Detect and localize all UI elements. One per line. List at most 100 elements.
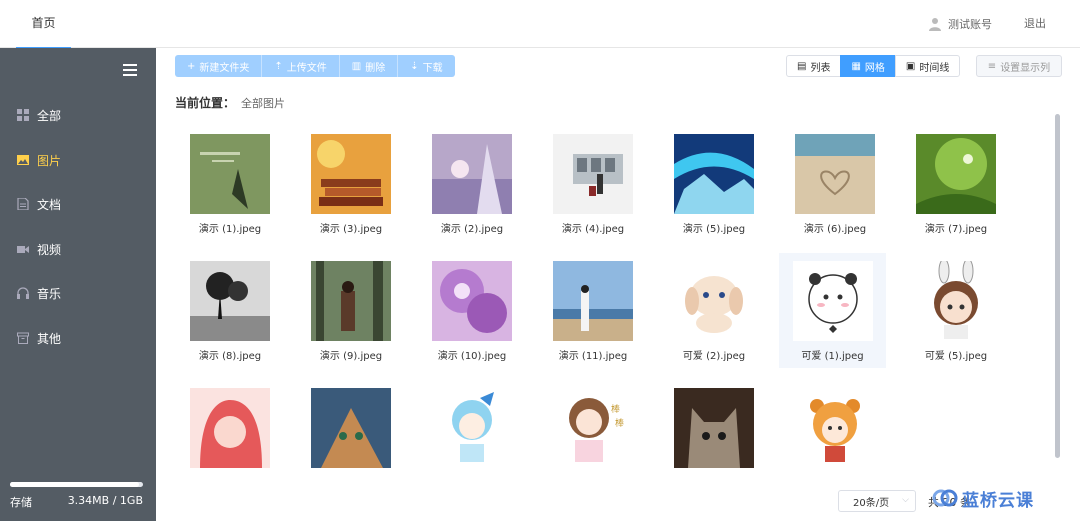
- headphones-icon: [17, 287, 29, 299]
- sidebar-item-label: 音乐: [37, 286, 62, 301]
- tab-home-label: 首页: [31, 16, 56, 30]
- view-grid-button[interactable]: ▦ 网格: [840, 55, 896, 77]
- file-item[interactable]: [781, 380, 876, 476]
- watermark-text: 蓝桥云课: [962, 490, 1034, 511]
- file-item[interactable]: [660, 380, 755, 476]
- file-item[interactable]: 演示 (7).jpeg: [902, 126, 997, 238]
- file-name: 演示 (5).jpeg: [682, 224, 746, 235]
- scrollbar-thumb[interactable]: [1055, 114, 1060, 458]
- image-thumbnail: [795, 134, 875, 214]
- file-name: 演示 (3).jpeg: [319, 224, 383, 235]
- sidebar-item-label: 图片: [37, 153, 62, 168]
- image-thumbnail: [311, 261, 391, 341]
- new-folder-label: 新建文件夹: [199, 62, 250, 74]
- file-item[interactable]: 演示 (6).jpeg: [781, 126, 876, 238]
- sidebar-item-label: 视频: [37, 242, 62, 257]
- file-item[interactable]: 演示 (2).jpeg: [418, 126, 513, 238]
- sidebar-item-images[interactable]: 图片: [0, 140, 156, 180]
- view-list-button[interactable]: ▤ 列表: [786, 55, 842, 77]
- logout-link[interactable]: 退出: [1024, 16, 1046, 32]
- sidebar-item-all[interactable]: 全部: [0, 95, 156, 135]
- user-icon: [929, 18, 941, 31]
- file-item[interactable]: 演示 (4).jpeg: [539, 126, 634, 238]
- file-item[interactable]: [297, 380, 392, 476]
- user-menu[interactable]: 测试账号: [928, 16, 992, 32]
- view-timeline-button[interactable]: ▣ 时间线: [894, 55, 961, 77]
- image-icon: [17, 155, 29, 165]
- delete-label: 删除: [365, 62, 386, 74]
- image-thumbnail: [553, 261, 633, 341]
- sidebar-item-label: 其他: [37, 331, 62, 346]
- box-icon: [17, 332, 29, 344]
- file-grid: 演示 (1).jpeg 演示 (3).jpeg 演示 (2).jpeg 演示 (…: [168, 126, 1048, 476]
- breadcrumb-path[interactable]: 全部图片: [241, 97, 285, 110]
- file-item[interactable]: 可爱 (5).jpeg: [902, 253, 997, 365]
- download-label: 下载: [422, 62, 443, 74]
- sidebar: 全部 图片 文档 视频 音乐 其他 存储 3.34MB / 1GB: [0, 48, 156, 521]
- file-item[interactable]: [176, 380, 271, 476]
- image-thumbnail: [916, 261, 996, 341]
- trash-icon: ▥: [351, 60, 362, 72]
- file-item[interactable]: 棒棒: [539, 380, 634, 476]
- file-item[interactable]: 演示 (5).jpeg: [660, 126, 755, 238]
- view-grid-label: 网格: [864, 62, 885, 74]
- file-item[interactable]: 演示 (1).jpeg: [176, 126, 271, 238]
- file-item[interactable]: 演示 (8).jpeg: [176, 253, 271, 365]
- file-item[interactable]: 演示 (9).jpeg: [297, 253, 392, 365]
- image-thumbnail: [311, 388, 391, 468]
- file-item-hovered[interactable]: 可爱 (1).jpeg: [779, 253, 886, 368]
- file-item[interactable]: [418, 380, 513, 476]
- file-item[interactable]: 演示 (11).jpeg: [539, 253, 634, 365]
- file-name: 演示 (9).jpeg: [319, 351, 383, 362]
- sidebar-item-videos[interactable]: 视频: [0, 229, 156, 269]
- upload-label: 上传文件: [286, 62, 327, 74]
- new-folder-button[interactable]: + 新建文件夹: [175, 55, 263, 77]
- file-name: 演示 (4).jpeg: [561, 224, 625, 235]
- file-item[interactable]: 演示 (10).jpeg: [418, 253, 513, 365]
- column-settings-label: 设置显示列: [1000, 62, 1051, 74]
- storage-progress-fill: [10, 482, 139, 487]
- file-item[interactable]: 演示 (3).jpeg: [297, 126, 392, 238]
- file-name: 演示 (1).jpeg: [198, 224, 262, 235]
- storage-value: 3.34MB / 1GB: [67, 494, 143, 507]
- upload-icon: ⇡: [274, 60, 283, 72]
- image-thumbnail: [916, 134, 996, 214]
- view-mode-group: ▤ 列表 ▦ 网格 ▣ 时间线: [786, 55, 961, 77]
- download-button[interactable]: ⇣ 下载: [398, 55, 455, 77]
- image-thumbnail: [674, 261, 754, 341]
- watermark-logo: 蓝桥云课: [932, 484, 1034, 512]
- calendar-icon: ▣: [905, 60, 916, 72]
- storage-label: 存储: [10, 496, 32, 509]
- image-thumbnail: [190, 134, 270, 214]
- upload-button[interactable]: ⇡ 上传文件: [262, 55, 340, 77]
- logo-icon: [932, 489, 958, 507]
- breadcrumb-label: 当前位置：: [175, 96, 236, 110]
- document-icon: [17, 198, 29, 210]
- page-size-select[interactable]: 20条/页 ⌵: [838, 490, 916, 512]
- chevron-down-icon: ⌵: [902, 495, 909, 505]
- image-thumbnail: [190, 388, 270, 468]
- tab-home[interactable]: 首页: [16, 0, 71, 49]
- grid-icon: [17, 109, 29, 121]
- delete-button[interactable]: ▥ 删除: [339, 55, 399, 77]
- menu-collapse-icon[interactable]: [123, 64, 137, 76]
- file-name: 演示 (10).jpeg: [437, 351, 507, 362]
- file-name: 可爱 (2).jpeg: [682, 351, 746, 362]
- sidebar-item-documents[interactable]: 文档: [0, 184, 156, 224]
- sidebar-item-label: 文档: [37, 197, 62, 212]
- image-thumbnail: [793, 261, 873, 341]
- file-name: 演示 (7).jpeg: [924, 224, 988, 235]
- video-icon: [17, 246, 29, 253]
- image-thumbnail: [190, 261, 270, 341]
- file-item[interactable]: 可爱 (2).jpeg: [660, 253, 755, 365]
- top-bar: 首页 测试账号 退出: [0, 0, 1080, 49]
- plus-icon: +: [187, 60, 196, 72]
- sidebar-item-other[interactable]: 其他: [0, 318, 156, 358]
- file-name: 演示 (6).jpeg: [803, 224, 867, 235]
- breadcrumb: 当前位置： 全部图片: [175, 94, 285, 111]
- sidebar-item-music[interactable]: 音乐: [0, 273, 156, 313]
- view-timeline-label: 时间线: [919, 62, 950, 74]
- column-settings-button[interactable]: ≡ 设置显示列: [976, 55, 1062, 77]
- scrollbar[interactable]: [1055, 114, 1060, 476]
- settings-sliders-icon: ≡: [987, 60, 997, 72]
